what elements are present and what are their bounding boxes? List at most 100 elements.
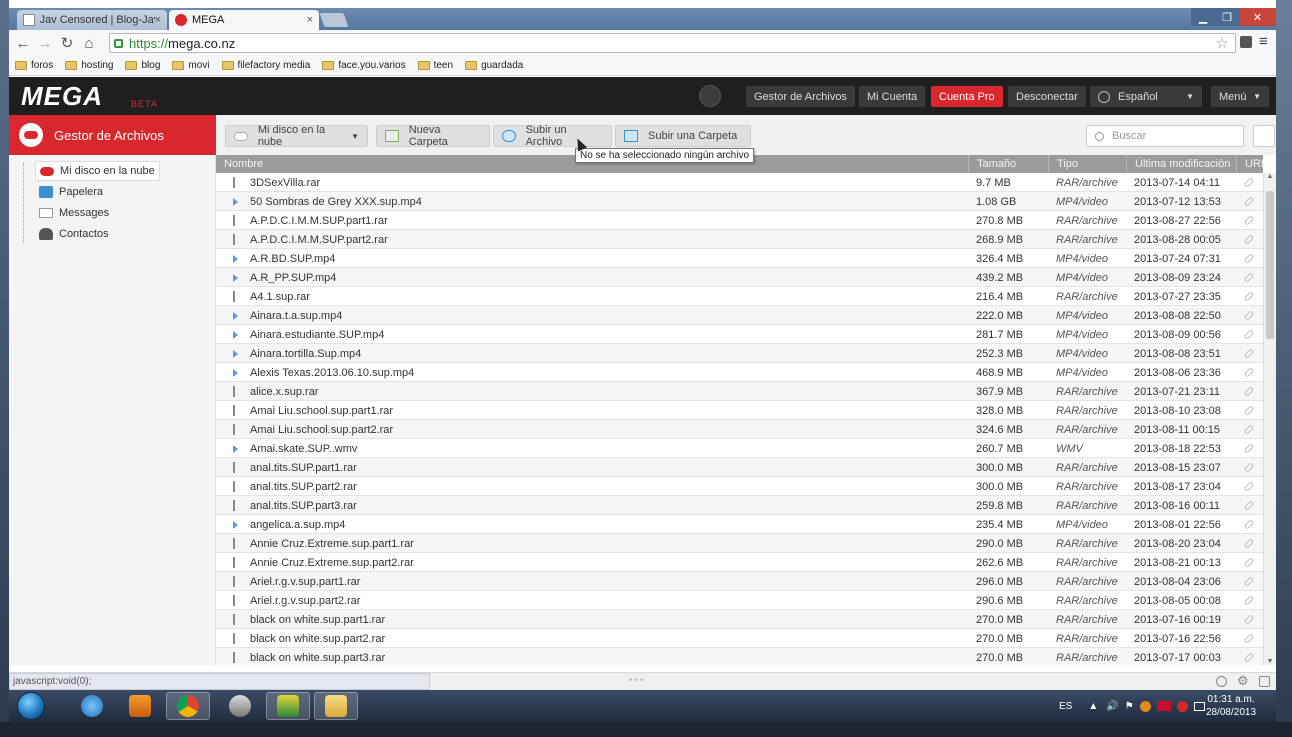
table-row[interactable]: Ainara.t.a.sup.mp4 222.0 MB MP4/video 2013-… xyxy=(216,306,1263,325)
table-row[interactable]: anal.tits.SUP.part3.rar 259.8 MB RAR/archi… xyxy=(216,496,1263,515)
flag-icon[interactable]: ⚑ xyxy=(1125,701,1134,712)
table-row[interactable]: Alexis Texas.2013.06.10.sup.mp4 468.9 MB M… xyxy=(216,363,1263,382)
link-icon[interactable] xyxy=(1243,192,1258,211)
scrollbar-thumb[interactable] xyxy=(1266,191,1274,339)
home-icon[interactable]: ⌂ xyxy=(78,35,100,52)
menu-button[interactable]: Menú ▼ xyxy=(1211,86,1269,107)
table-row[interactable]: alice.x.sup.rar 367.9 MB RAR/archive 2013-0… xyxy=(216,382,1263,401)
bookmark-blog[interactable]: blog xyxy=(125,60,160,71)
taskbar-explorer[interactable] xyxy=(314,692,358,720)
link-icon[interactable] xyxy=(1243,458,1258,477)
extension-icon[interactable] xyxy=(1240,36,1252,48)
volume-icon[interactable]: 🔊 xyxy=(1106,701,1118,712)
forward-icon[interactable]: → xyxy=(34,35,56,52)
search-input[interactable]: Buscar xyxy=(1086,125,1244,147)
gear-icon[interactable]: ⚙ xyxy=(1237,673,1249,689)
ati-icon[interactable] xyxy=(1156,701,1171,711)
link-icon[interactable] xyxy=(1243,287,1258,306)
table-row[interactable]: A.R.BD.SUP.mp4 326.4 MB MP4/video 2013-07-2… xyxy=(216,249,1263,268)
upload-file-button[interactable]: Subir un Archivo xyxy=(493,124,612,148)
sidebar-item-trash[interactable]: Papelera xyxy=(35,182,107,202)
star-icon[interactable]: ☆ xyxy=(1216,34,1229,52)
link-icon[interactable] xyxy=(1243,211,1258,230)
link-icon[interactable] xyxy=(1243,306,1258,325)
table-row[interactable]: A.P.D.C.I.M.M.SUP.part1.rar 270.8 MB RAR/a… xyxy=(216,211,1263,230)
bookmark-teen[interactable]: teen xyxy=(417,60,453,71)
grid-view-icon[interactable] xyxy=(1253,125,1275,147)
table-row[interactable]: Ariel.r.g.v.sup.part1.rar 296.0 MB RAR/arc… xyxy=(216,572,1263,591)
new-tab-button[interactable] xyxy=(319,13,349,27)
column-url[interactable]: URL xyxy=(1236,155,1267,173)
sidebar-item-messages[interactable]: Messages xyxy=(35,203,113,223)
bookmark-filefactory[interactable]: filefactory media xyxy=(221,60,310,71)
link-icon[interactable] xyxy=(1243,515,1258,534)
taskbar-app[interactable] xyxy=(266,692,310,720)
link-icon[interactable] xyxy=(1243,230,1258,249)
clock[interactable]: 01:31 a.m. 28/08/2013 xyxy=(1196,693,1266,719)
link-icon[interactable] xyxy=(1243,439,1258,458)
column-modified[interactable]: Última modificación xyxy=(1126,155,1236,173)
tab-mega[interactable]: MEGA × xyxy=(169,10,319,30)
link-icon[interactable] xyxy=(1243,344,1258,363)
bookmark-hosting[interactable]: hosting xyxy=(65,60,113,71)
link-icon[interactable] xyxy=(1243,572,1258,591)
link-icon[interactable] xyxy=(1243,591,1258,610)
table-row[interactable]: black on white.sup.part1.rar 270.0 MB RAR/… xyxy=(216,610,1263,629)
scroll-down-icon[interactable]: ▼ xyxy=(1264,658,1276,665)
table-row[interactable]: Ainara.tortilla.Sup.mp4 252.3 MB MP4/video… xyxy=(216,344,1263,363)
link-icon[interactable] xyxy=(1243,629,1258,648)
table-row[interactable]: anal.tits.SUP.part2.rar 300.0 MB RAR/archi… xyxy=(216,477,1263,496)
taskbar-internet-explorer[interactable] xyxy=(70,692,114,720)
bookmark-face-you-varios[interactable]: face.you.varios xyxy=(322,60,406,71)
antivirus-icon[interactable] xyxy=(1176,700,1188,712)
restore-button[interactable]: ❐ xyxy=(1215,8,1239,26)
close-window-button[interactable]: ✕ xyxy=(1239,8,1276,26)
close-tab-icon[interactable]: × xyxy=(307,14,313,26)
location-dropdown[interactable]: Mi disco en la nube ▼ xyxy=(225,124,368,148)
language-select[interactable]: Español ▼ xyxy=(1090,86,1202,107)
cloud-status-icon[interactable] xyxy=(699,85,721,107)
bookmark-foros[interactable]: foros xyxy=(15,60,53,71)
bookmark-movi[interactable]: movi xyxy=(172,60,210,71)
logout-button[interactable]: Desconectar xyxy=(1008,86,1086,107)
person-icon[interactable] xyxy=(1259,676,1270,687)
language-indicator[interactable]: ES xyxy=(1059,701,1072,712)
resize-handle[interactable]: ••• xyxy=(629,675,646,686)
link-icon[interactable] xyxy=(1243,249,1258,268)
new-folder-button[interactable]: Nueva Carpeta xyxy=(376,124,490,148)
table-row[interactable]: 3DSexVilla.rar 9.7 MB RAR/archive 2013-07-1… xyxy=(216,173,1263,192)
sidebar-item-contacts[interactable]: Contactos xyxy=(35,224,113,244)
reload-icon[interactable]: ↻ xyxy=(56,34,78,52)
table-row[interactable]: Annie Cruz.Extreme.sup.part1.rar 290.0 MB… xyxy=(216,534,1263,553)
link-icon[interactable] xyxy=(1243,610,1258,629)
table-row[interactable]: angelica.a.sup.mp4 235.4 MB MP4/video 2013-… xyxy=(216,515,1263,534)
table-row[interactable]: A.R_PP.SUP.mp4 439.2 MB MP4/video 2013-08-0… xyxy=(216,268,1263,287)
taskbar-video-app[interactable] xyxy=(218,692,262,720)
info-icon[interactable] xyxy=(1216,676,1227,687)
link-icon[interactable] xyxy=(1243,401,1258,420)
link-icon[interactable] xyxy=(1243,173,1258,192)
tray-app-icon[interactable] xyxy=(1139,700,1151,712)
table-row[interactable]: Amai Liu.school.sup.part1.rar 328.0 MB RAR… xyxy=(216,401,1263,420)
column-type[interactable]: Tipo xyxy=(1048,155,1126,173)
my-account-button[interactable]: Mi Cuenta xyxy=(859,86,926,107)
table-row[interactable]: Amai Liu.school.sup.part2.rar 324.6 MB RAR… xyxy=(216,420,1263,439)
link-icon[interactable] xyxy=(1243,477,1258,496)
address-bar[interactable]: https:// mega.co.nz ☆ xyxy=(109,33,1236,53)
link-icon[interactable] xyxy=(1243,382,1258,401)
link-icon[interactable] xyxy=(1243,534,1258,553)
file-manager-button[interactable]: Gestor de Archivos xyxy=(746,86,855,107)
taskbar-chrome[interactable] xyxy=(166,692,210,720)
scroll-up-icon[interactable]: ▲ xyxy=(1264,173,1276,180)
table-row[interactable]: A.P.D.C.I.M.M.SUP.part2.rar 268.9 MB RAR/a… xyxy=(216,230,1263,249)
sidebar-item-cloud-drive[interactable]: Mi disco en la nube xyxy=(35,161,160,181)
table-row[interactable]: Amai.skate.SUP..wmv 260.7 MB WMV 2013-08-18… xyxy=(216,439,1263,458)
table-row[interactable]: Ariel.r.g.v.sup.part2.rar 290.6 MB RAR/arc… xyxy=(216,591,1263,610)
link-icon[interactable] xyxy=(1243,553,1258,572)
link-icon[interactable] xyxy=(1243,325,1258,344)
minimize-button[interactable]: ▁ xyxy=(1191,8,1215,26)
link-icon[interactable] xyxy=(1243,268,1258,287)
start-button[interactable] xyxy=(17,692,45,720)
show-hidden-icons[interactable]: ▲ xyxy=(1088,701,1098,712)
table-row[interactable]: Ainara.estudiante.SUP.mp4 281.7 MB MP4/vid… xyxy=(216,325,1263,344)
